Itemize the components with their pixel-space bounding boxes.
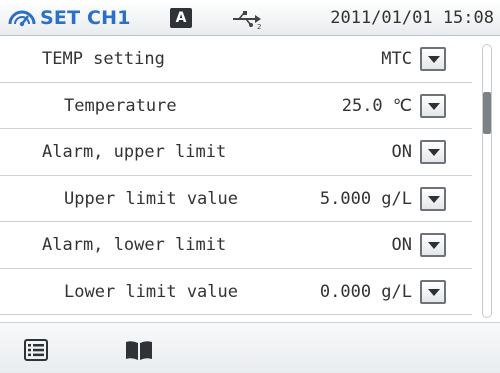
dropdown-button[interactable]: [420, 47, 446, 71]
svg-text:2: 2: [257, 23, 261, 30]
bottom-bar: [0, 322, 500, 373]
setting-value: MTC: [381, 49, 412, 69]
setting-label: TEMP setting: [42, 49, 165, 69]
status-bar: SET CH1 A 2 2011/01/01 15:08: [0, 0, 500, 36]
dropdown-button[interactable]: [420, 140, 446, 164]
setting-value: 5.000 g/L: [319, 188, 412, 209]
setting-row-temp-setting[interactable]: TEMP setting MTC: [0, 36, 472, 83]
scrollbar-thumb[interactable]: [483, 92, 491, 134]
usb-icon: 2: [233, 11, 261, 30]
setting-row-upper-limit-value[interactable]: Upper limit value 5.000 g/L: [0, 176, 472, 222]
setting-label: Alarm, upper limit: [42, 142, 227, 162]
list-icon[interactable]: [24, 339, 48, 361]
setting-value: 25.0 ℃: [341, 95, 412, 116]
scrollbar-track[interactable]: [482, 44, 492, 318]
setting-row-lower-limit-value[interactable]: Lower limit value 0.000 g/L: [0, 269, 472, 315]
mode-badge: A: [170, 8, 192, 28]
setting-label: Upper limit value: [64, 188, 238, 209]
dropdown-button[interactable]: [420, 233, 446, 257]
setting-value: ON: [391, 235, 412, 255]
setting-value: ON: [391, 142, 412, 162]
setting-value: 0.000 g/L: [319, 281, 412, 302]
datetime-display: 2011/01/01 15:08: [330, 8, 494, 28]
settings-list: TEMP setting MTC Temperature 25.0 ℃ Alar…: [0, 36, 472, 322]
setting-label: Lower limit value: [64, 281, 238, 302]
setting-label: Temperature: [64, 95, 177, 116]
settings-icon: [8, 10, 36, 27]
setting-row-alarm-lower[interactable]: Alarm, lower limit ON: [0, 222, 472, 269]
dropdown-button[interactable]: [420, 93, 446, 118]
setting-label: Alarm, lower limit: [42, 235, 227, 255]
book-icon[interactable]: [124, 339, 154, 361]
dropdown-button[interactable]: [420, 279, 446, 304]
dropdown-button[interactable]: [420, 186, 446, 211]
setting-row-alarm-upper[interactable]: Alarm, upper limit ON: [0, 129, 472, 176]
screen-title: SET CH1: [40, 7, 131, 29]
setting-row-temperature[interactable]: Temperature 25.0 ℃: [0, 83, 472, 129]
